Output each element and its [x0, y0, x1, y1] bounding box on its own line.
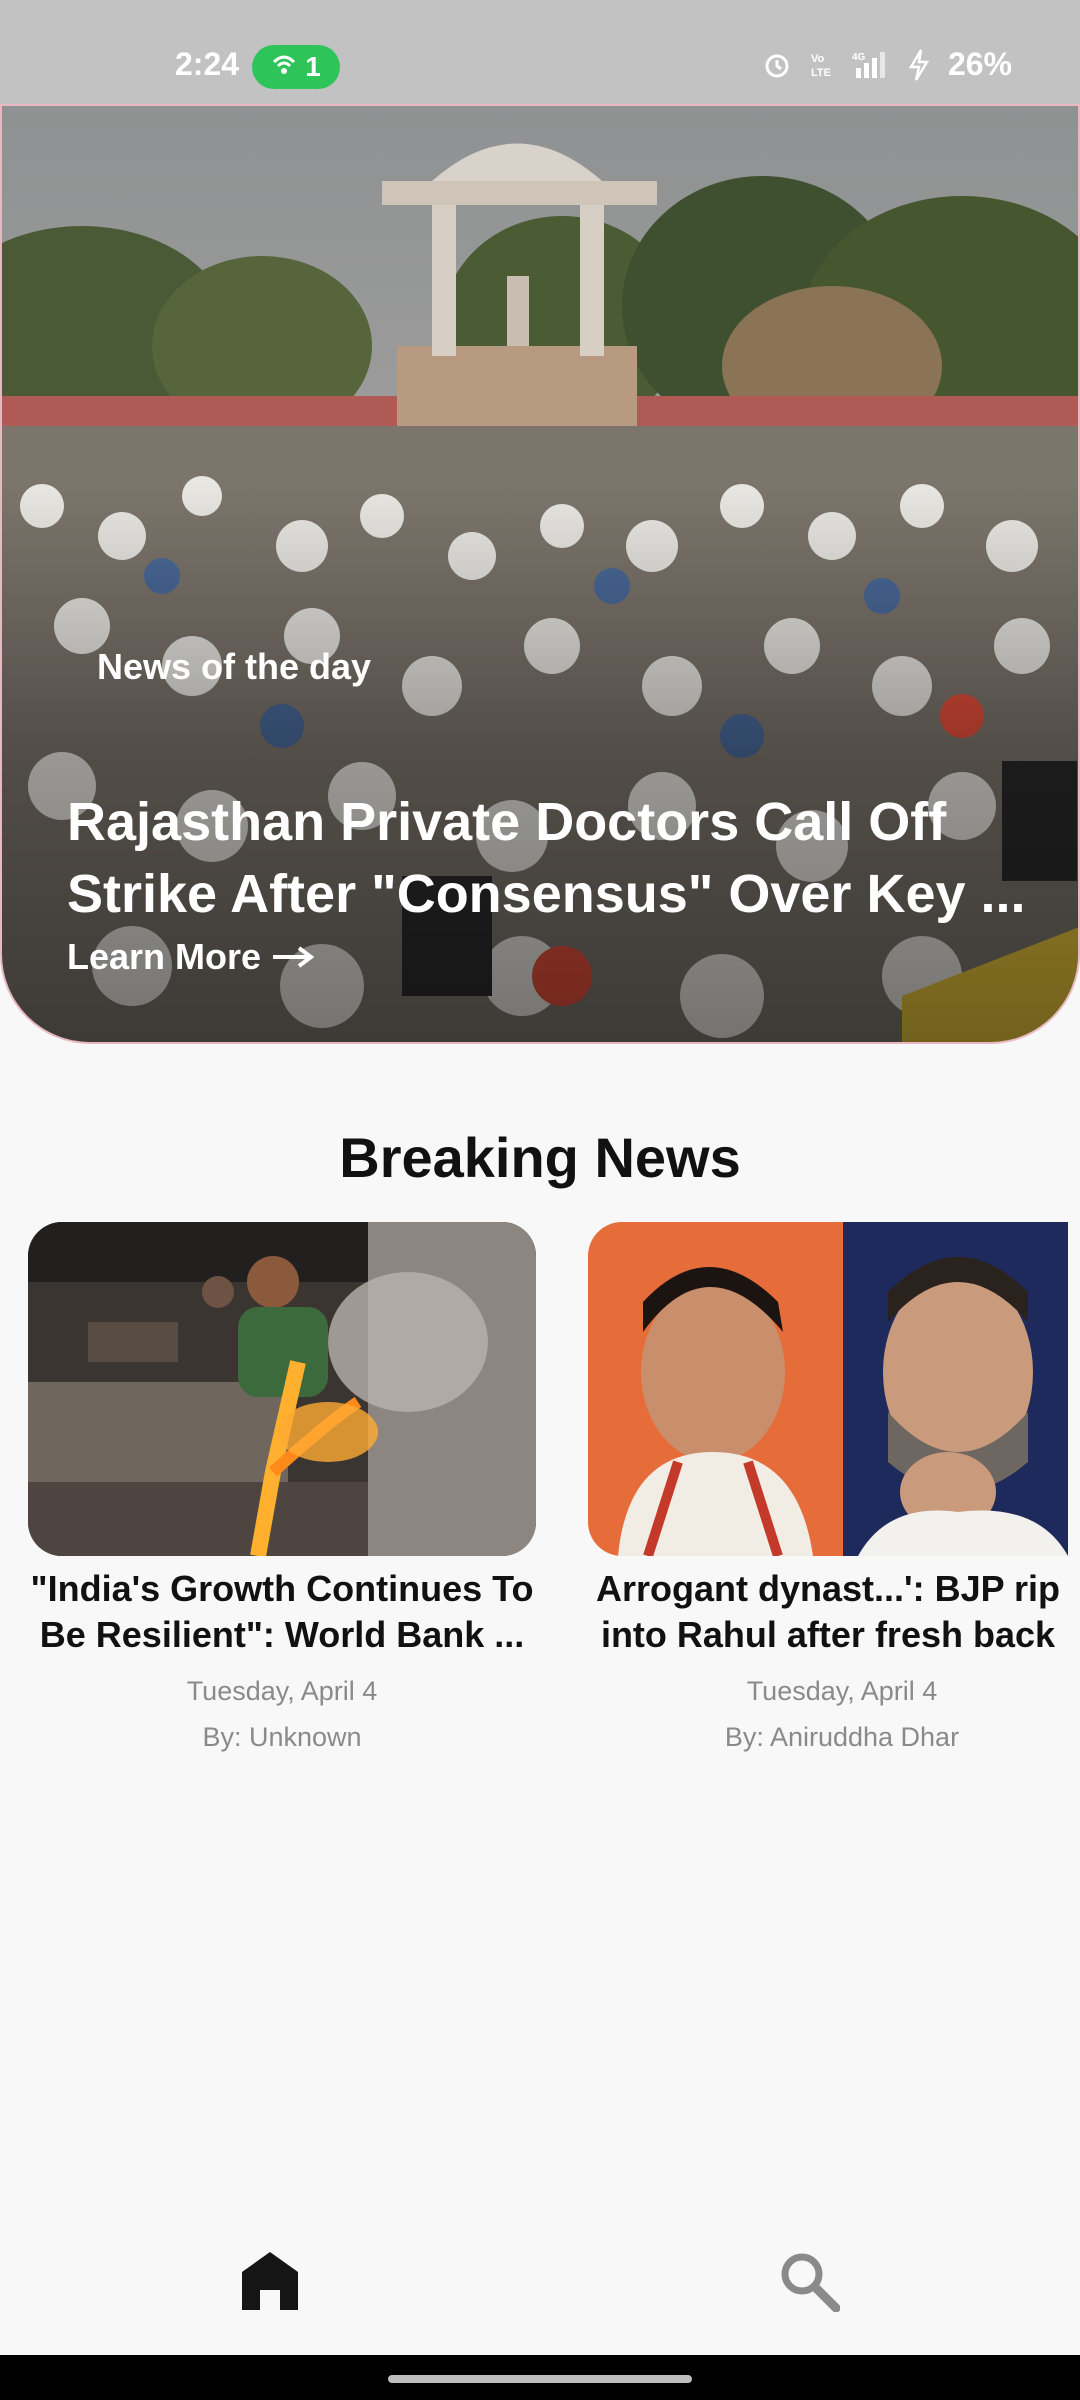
news-card-title: Arrogant dynast...': BJP rip into Rahul …: [588, 1566, 1068, 1658]
svg-text:4G: 4G: [852, 52, 866, 63]
bottom-nav: [0, 2220, 1080, 2355]
news-card-title-line1: Arrogant dynast...': BJP rip: [596, 1568, 1060, 1609]
news-card-title-line1: "India's Growth Continues To: [30, 1568, 534, 1609]
nav-search[interactable]: [778, 2250, 841, 2317]
battery-percent: 26%: [947, 46, 1012, 82]
news-card-date: Tuesday, April 4: [746, 1676, 938, 1706]
news-card-author: By: Unknown: [202, 1722, 362, 1752]
news-card[interactable]: "India's Growth Continues To Be Resilien…: [28, 1222, 536, 1760]
gesture-handle[interactable]: [388, 2375, 692, 2383]
learn-more-label: Learn More: [67, 936, 262, 977]
news-card-image: [28, 1222, 536, 1556]
status-time: 2:24: [175, 46, 240, 82]
news-card-author: By: Aniruddha Dhar: [724, 1722, 960, 1752]
charging-icon: [908, 48, 930, 81]
hotspot-icon: [271, 51, 297, 83]
news-card-title: "India's Growth Continues To Be Resilien…: [28, 1566, 536, 1658]
nav-home[interactable]: [240, 2250, 300, 2317]
search-icon: [778, 2253, 841, 2316]
news-card-date: Tuesday, April 4: [186, 1676, 378, 1706]
home-icon: [240, 2252, 300, 2316]
hotspot-indicator: 1: [252, 45, 340, 89]
status-right: Vo LTE 4G 26%: [762, 46, 1012, 83]
svg-text:LTE: LTE: [811, 67, 831, 79]
arrow-right-icon: [271, 936, 315, 978]
news-card[interactable]: Arrogant dynast...': BJP rip into Rahul …: [588, 1222, 1068, 1760]
hero-kicker: News of the day: [97, 646, 372, 687]
hero-card[interactable]: News of the day Rajasthan Private Doctor…: [0, 104, 1080, 1044]
hotspot-count: 1: [305, 51, 321, 82]
status-bar: 2:24 1 Vo LTE 4G 26%: [0, 0, 1080, 104]
svg-text:Vo: Vo: [811, 53, 825, 65]
section-title: Breaking News: [339, 1126, 741, 1189]
news-card-title-line2: into Rahul after fresh back: [600, 1614, 1056, 1655]
hero-title[interactable]: Rajasthan Private Doctors Call Off Strik…: [67, 786, 1027, 930]
signal-icon: 4G: [850, 50, 890, 80]
gesture-bar: [0, 2355, 1080, 2400]
news-card-image: [588, 1222, 1068, 1556]
alarm-icon: [762, 50, 792, 80]
learn-more-link[interactable]: Learn More: [67, 936, 315, 978]
news-card-title-line2: Be Resilient": World Bank ...: [39, 1614, 525, 1655]
volte-icon: Vo LTE: [810, 50, 832, 80]
